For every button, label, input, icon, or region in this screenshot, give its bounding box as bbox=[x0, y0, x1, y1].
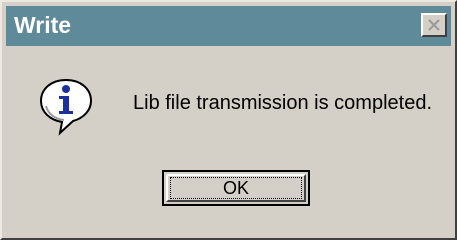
ok-button-label: OK bbox=[222, 178, 249, 198]
dialog-message: Lib file transmission is completed. bbox=[133, 92, 433, 114]
write-dialog: Write Lib file transmission is completed… bbox=[0, 0, 457, 240]
close-icon bbox=[428, 19, 440, 31]
close-button[interactable] bbox=[421, 13, 447, 37]
ok-button[interactable]: OK bbox=[162, 170, 310, 206]
window-title: Write bbox=[14, 12, 72, 38]
title-bar[interactable]: Write bbox=[6, 6, 451, 46]
info-icon bbox=[39, 78, 93, 136]
